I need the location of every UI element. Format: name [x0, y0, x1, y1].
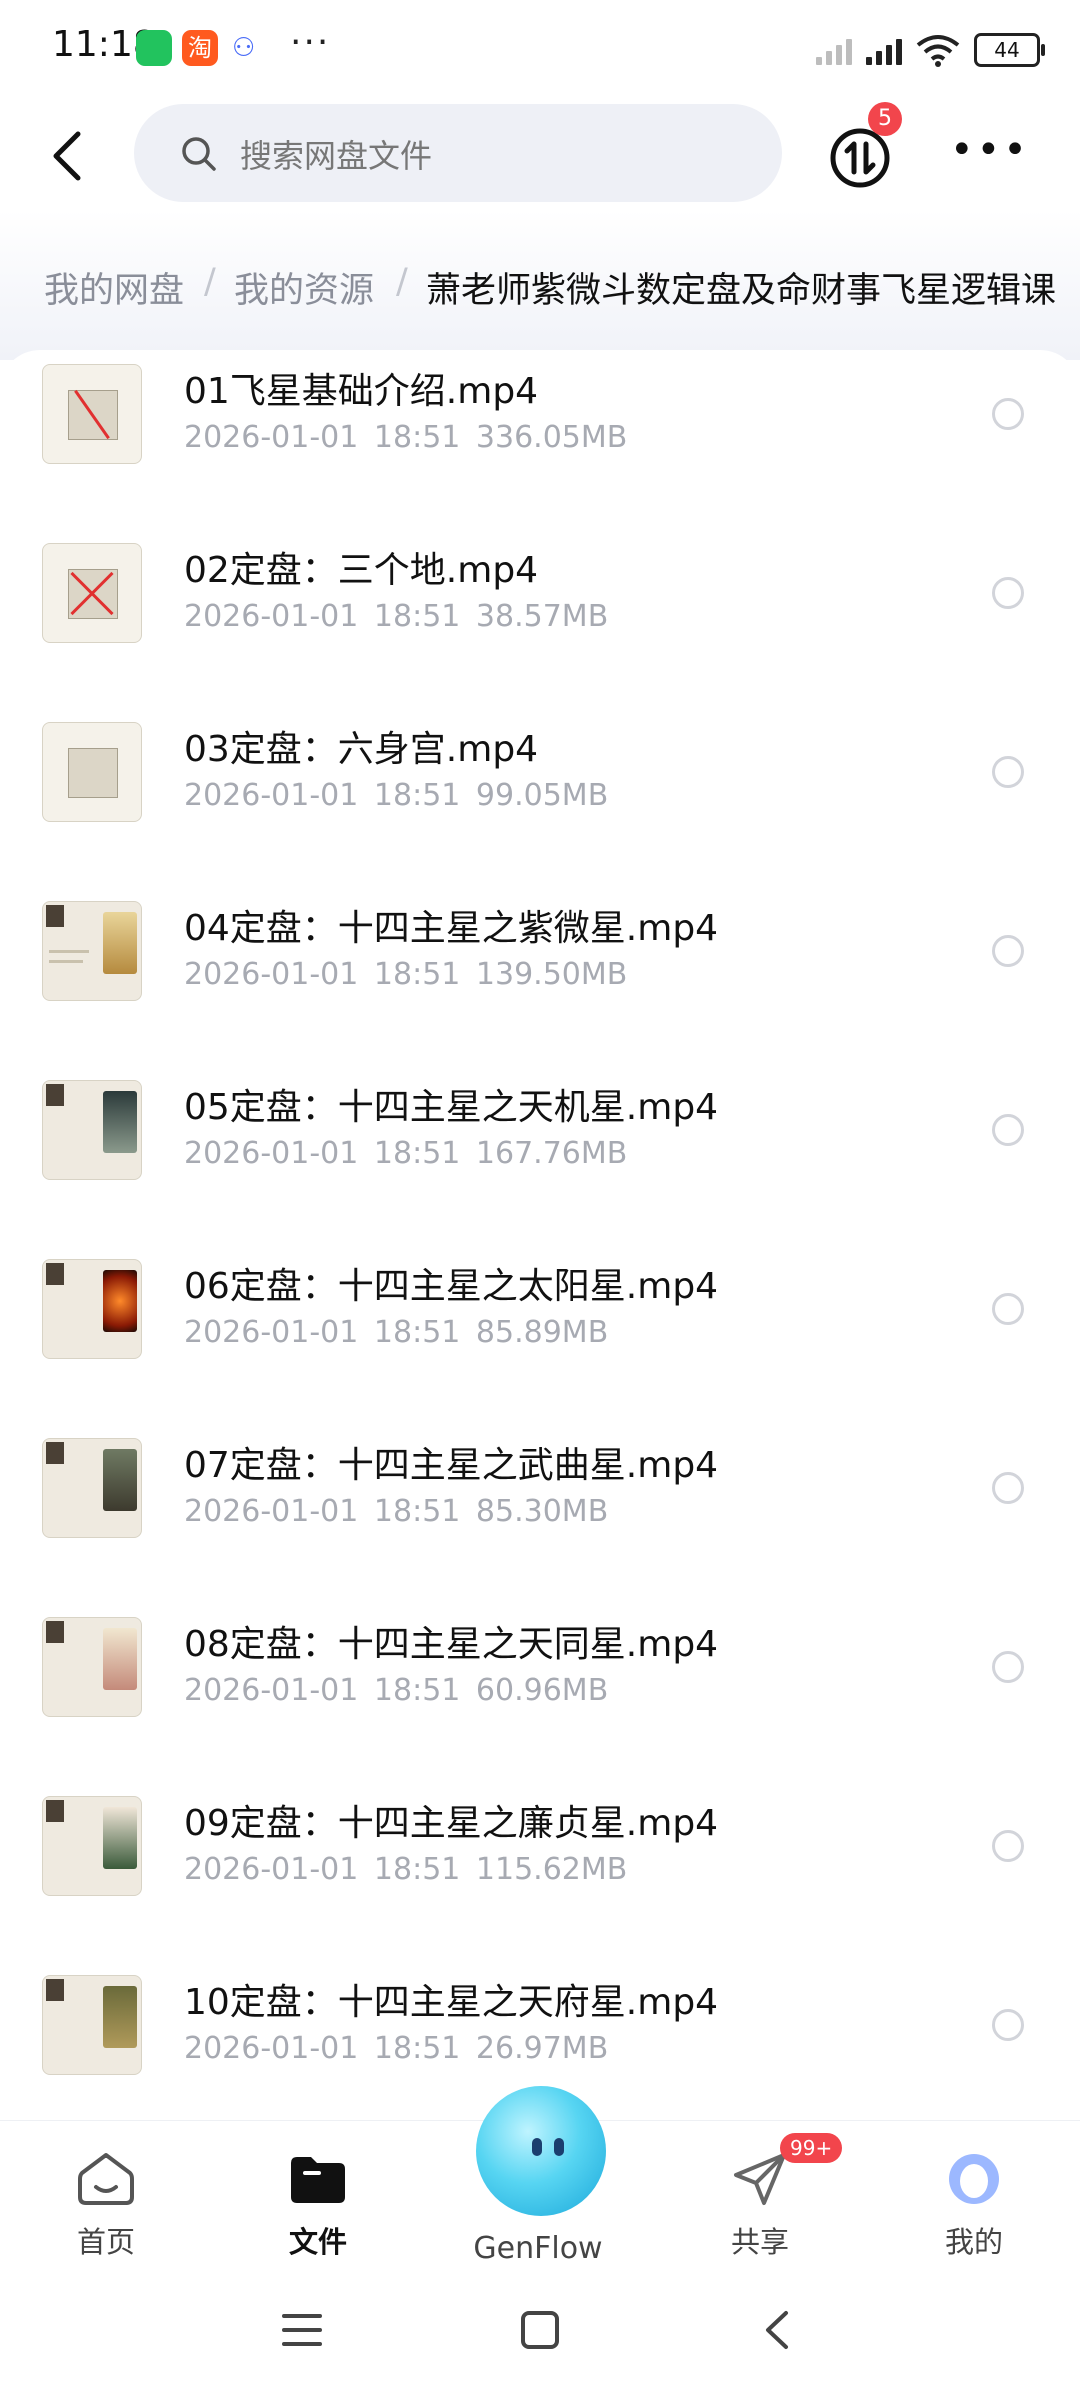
select-radio[interactable]: [992, 756, 1024, 788]
file-row[interactable]: 06定盘：十四主星之太阳星.mp4 2026-01-01 18:51 85.89…: [0, 1245, 1080, 1424]
breadcrumb-my-resources[interactable]: 我的资源: [234, 262, 374, 313]
genflow-assistant-icon[interactable]: [476, 2086, 606, 2216]
video-thumbnail: [42, 901, 142, 1001]
wechat-icon: [136, 30, 172, 66]
file-meta: 2026-01-01 18:51 60.96MB: [184, 1673, 609, 1708]
file-meta: 2026-01-01 18:51 139.50MB: [184, 957, 628, 992]
select-radio[interactable]: [992, 1830, 1024, 1862]
file-row[interactable]: 01飞星基础介绍.mp4 2026-01-01 18:51 336.05MB: [0, 350, 1080, 529]
select-radio[interactable]: [992, 398, 1024, 430]
file-row[interactable]: 09定盘：十四主星之廉贞星.mp4 2026-01-01 18:51 115.6…: [0, 1782, 1080, 1961]
file-row[interactable]: 08定盘：十四主星之天同星.mp4 2026-01-01 18:51 60.96…: [0, 1603, 1080, 1782]
search-icon: [182, 137, 216, 171]
file-meta: 2026-01-01 18:51 167.76MB: [184, 1136, 628, 1171]
breadcrumb-separator: /: [396, 262, 408, 302]
file-meta: 2026-01-01 18:51 115.62MB: [184, 1852, 628, 1887]
status-bar: 11:18 淘 ⚇ ··· 44: [0, 0, 1080, 100]
file-row[interactable]: 05定盘：十四主星之天机星.mp4 2026-01-01 18:51 167.7…: [0, 1066, 1080, 1245]
video-thumbnail: [42, 1438, 142, 1538]
home-key-icon[interactable]: [520, 2310, 560, 2350]
transfer-badge: 5: [868, 102, 902, 136]
breadcrumb-current-folder: 萧老师紫微斗数定盘及命财事飞星逻辑课: [426, 271, 1057, 311]
file-name: 05定盘：十四主星之天机星.mp4: [184, 1087, 719, 1128]
nav-share-label: 共享: [730, 2225, 789, 2259]
nav-share[interactable]: 共享: [680, 2151, 840, 2261]
file-name: 06定盘：十四主星之太阳星.mp4: [184, 1266, 719, 1307]
file-name: 10定盘：十四主星之天府星.mp4: [184, 1982, 719, 2023]
top-bar: 搜索网盘文件 5 •••: [0, 100, 1080, 210]
video-thumbnail: [42, 1796, 142, 1896]
file-meta: 2026-01-01 18:51 26.97MB: [184, 2031, 609, 2066]
file-row[interactable]: 02定盘：三个地.mp4 2026-01-01 18:51 38.57MB: [0, 529, 1080, 708]
nav-home-label: 首页: [76, 2225, 135, 2259]
select-radio[interactable]: [992, 1293, 1024, 1325]
select-radio[interactable]: [992, 1651, 1024, 1683]
file-meta: 2026-01-01 18:51 85.89MB: [184, 1315, 609, 1350]
more-menu-icon[interactable]: •••: [950, 130, 1027, 180]
app-notification-icon: ⚇: [232, 33, 256, 63]
paper-plane-icon: [734, 2153, 786, 2205]
video-thumbnail: [42, 1617, 142, 1717]
file-meta: 2026-01-01 18:51 38.57MB: [184, 599, 609, 634]
select-radio[interactable]: [992, 1114, 1024, 1146]
breadcrumb: 我的网盘 / 我的资源 / 萧老师紫微斗数定盘及命财事飞星逻辑课: [0, 210, 1080, 360]
back-icon[interactable]: [38, 126, 98, 186]
battery-icon: 44: [974, 33, 1045, 67]
signal-sim1-icon: [866, 35, 902, 65]
nav-me-label: 我的: [944, 2225, 1003, 2259]
nav-genflow-label[interactable]: GenFlow: [438, 2231, 638, 2266]
file-meta: 2026-01-01 18:51 99.05MB: [184, 778, 609, 813]
video-thumbnail: [42, 1259, 142, 1359]
select-radio[interactable]: [992, 935, 1024, 967]
select-radio[interactable]: [992, 577, 1024, 609]
file-name: 08定盘：十四主星之天同星.mp4: [184, 1624, 719, 1665]
taobao-icon: 淘: [182, 30, 218, 66]
video-thumbnail: [42, 543, 142, 643]
video-thumbnail: [42, 722, 142, 822]
file-name: 09定盘：十四主星之廉贞星.mp4: [184, 1803, 719, 1844]
share-badge: 99+: [780, 2133, 843, 2163]
file-name: 04定盘：十四主星之紫微星.mp4: [184, 908, 719, 949]
search-input[interactable]: 搜索网盘文件: [134, 104, 782, 202]
file-name: 01飞星基础介绍.mp4: [184, 371, 539, 412]
file-row[interactable]: 07定盘：十四主星之武曲星.mp4 2026-01-01 18:51 85.30…: [0, 1424, 1080, 1603]
file-name: 07定盘：十四主星之武曲星.mp4: [184, 1445, 719, 1486]
breadcrumb-separator: /: [204, 262, 216, 302]
file-meta: 2026-01-01 18:51 336.05MB: [184, 420, 628, 455]
bottom-nav: 首页 文件 GenFlow 共享 99+ 我的: [0, 2086, 1080, 2281]
nav-me[interactable]: 我的: [894, 2151, 1054, 2261]
file-list: 01飞星基础介绍.mp4 2026-01-01 18:51 336.05MB 0…: [0, 350, 1080, 2120]
nav-home[interactable]: 首页: [26, 2151, 186, 2261]
avatar-icon: [949, 2154, 999, 2204]
folder-icon: [291, 2157, 345, 2203]
video-thumbnail: [42, 364, 142, 464]
menu-key-icon[interactable]: [282, 2310, 322, 2350]
select-radio[interactable]: [992, 1472, 1024, 1504]
status-indicators: 44: [816, 30, 1045, 70]
file-meta: 2026-01-01 18:51 85.30MB: [184, 1494, 609, 1529]
wifi-icon: [916, 35, 960, 67]
nav-files-label: 文件: [288, 2225, 347, 2259]
breadcrumb-my-drive[interactable]: 我的网盘: [44, 262, 184, 313]
video-thumbnail: [42, 1975, 142, 2075]
file-row[interactable]: 03定盘：六身宫.mp4 2026-01-01 18:51 99.05MB: [0, 708, 1080, 887]
file-name: 03定盘：六身宫.mp4: [184, 729, 539, 770]
system-navigation-bar: [0, 2280, 1080, 2400]
signal-sim2-icon: [816, 35, 852, 65]
select-radio[interactable]: [992, 2009, 1024, 2041]
nav-files[interactable]: 文件: [238, 2151, 398, 2261]
search-placeholder: 搜索网盘文件: [240, 137, 433, 175]
video-thumbnail: [42, 1080, 142, 1180]
file-row[interactable]: 04定盘：十四主星之紫微星.mp4 2026-01-01 18:51 139.5…: [0, 887, 1080, 1066]
home-icon: [78, 2153, 134, 2205]
more-notifications-icon: ···: [290, 22, 331, 63]
file-name: 02定盘：三个地.mp4: [184, 550, 539, 591]
back-key-icon[interactable]: [758, 2310, 798, 2350]
